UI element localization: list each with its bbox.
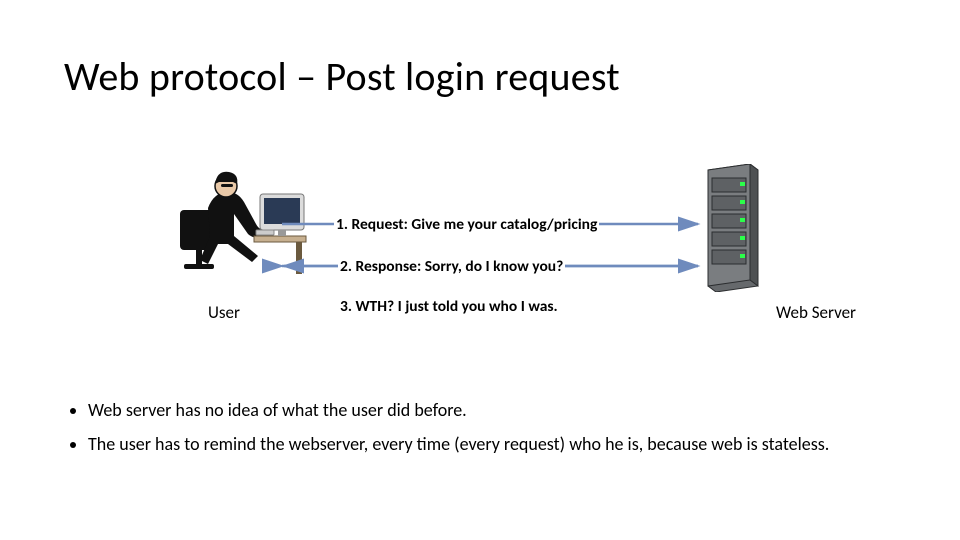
message-3: 3. WTH? I just told you who I was. [338, 297, 560, 316]
bullet-item: The user has to remind the webserver, ev… [88, 432, 890, 456]
diagram-area: User [0, 150, 960, 360]
slide: Web protocol – Post login request [0, 0, 960, 540]
slide-title: Web protocol – Post login request [64, 52, 620, 101]
message-arrows: 1. Request: Give me your catalog/pricing… [280, 204, 698, 314]
server-rack-icon [700, 164, 762, 292]
bullet-list: Web server has no idea of what the user … [70, 398, 890, 467]
user-label: User [208, 302, 240, 323]
message-2: 2. Response: Sorry, do I know you? [338, 257, 565, 276]
message-1: 1. Request: Give me your catalog/pricing [334, 215, 599, 234]
server-label: Web Server [776, 302, 856, 323]
bullet-item: Web server has no idea of what the user … [88, 398, 890, 422]
